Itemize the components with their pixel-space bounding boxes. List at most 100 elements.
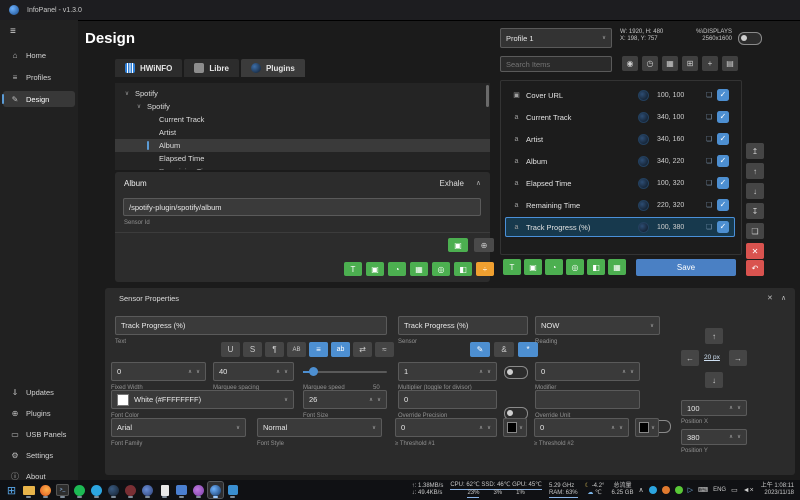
- add-clock-button[interactable]: ◔: [388, 262, 406, 276]
- item-visible-checkbox[interactable]: ✓: [717, 111, 729, 123]
- stepper-down-icon[interactable]: ∨: [196, 369, 200, 375]
- override-unit-input[interactable]: [535, 390, 640, 409]
- stepper-up-icon[interactable]: ∧: [479, 369, 483, 375]
- tab-plugins[interactable]: Plugins: [241, 59, 305, 77]
- stepper-down-icon[interactable]: ∨: [737, 434, 741, 440]
- stepper-up-icon[interactable]: ∧: [369, 397, 373, 403]
- nudge-down-button[interactable]: ↓: [705, 372, 723, 388]
- stepper-up-icon[interactable]: ∧: [729, 434, 733, 440]
- item-visible-checkbox[interactable]: ✓: [717, 155, 729, 167]
- add-image-item-button[interactable]: ▣: [524, 259, 542, 275]
- link-icon[interactable]: ❏: [703, 179, 715, 187]
- spotify-icon[interactable]: [72, 482, 87, 498]
- sensor-id-input[interactable]: [123, 198, 481, 216]
- sidebar-item-usb-panels[interactable]: ▭ USB Panels: [3, 426, 75, 442]
- stepper-up-icon[interactable]: ∧: [611, 425, 615, 431]
- tree-item-current-track[interactable]: Current Track: [115, 113, 490, 126]
- edit-sensor-button[interactable]: ✎: [470, 342, 490, 357]
- move-down-button[interactable]: ↓: [746, 183, 764, 199]
- add-gauge-button[interactable]: ◎: [432, 262, 450, 276]
- nudge-right-button[interactable]: →: [729, 350, 747, 366]
- add-image-button[interactable]: ▣: [366, 262, 384, 276]
- delete-button[interactable]: ✕: [746, 243, 764, 259]
- stepper-down-icon[interactable]: ∨: [619, 425, 623, 431]
- list-item-remaining-time[interactable]: a Remaining Time 220, 320 ❏ ✓: [505, 195, 735, 215]
- item-visible-checkbox[interactable]: ✓: [717, 221, 729, 233]
- add-gauge-item-button[interactable]: ◎: [566, 259, 584, 275]
- file-explorer-icon[interactable]: [21, 482, 36, 498]
- uppercase-button[interactable]: AB: [287, 342, 306, 357]
- language-indicator[interactable]: ENG: [713, 487, 726, 494]
- search-input[interactable]: [500, 56, 612, 72]
- strikethrough-button[interactable]: S: [243, 342, 262, 357]
- list-item-artist[interactable]: a Artist 340, 160 ❏ ✓: [505, 129, 735, 149]
- reading-select[interactable]: NOW ∨: [535, 316, 660, 335]
- traffic-widget[interactable]: 总流量 6.25 GB: [611, 483, 633, 497]
- profile-select[interactable]: Profile 1 ∨: [500, 28, 612, 48]
- list-item-elapsed-time[interactable]: a Elapsed Time 100, 320 ❏ ✓: [505, 173, 735, 193]
- filter-button[interactable]: ◉: [622, 56, 638, 71]
- sidebar-item-plugins[interactable]: ⊕ Plugins: [3, 405, 75, 421]
- volume-icon[interactable]: ◄×: [743, 487, 754, 494]
- add-chart-button[interactable]: ◧: [454, 262, 472, 276]
- close-icon[interactable]: ✕: [767, 294, 773, 302]
- stepper-up-icon[interactable]: ∧: [188, 369, 192, 375]
- collapse-icon[interactable]: ∧: [476, 179, 481, 187]
- threshold2-color-select[interactable]: ∨: [635, 418, 659, 437]
- stepper-up-icon[interactable]: ∧: [622, 369, 626, 375]
- font-family-select[interactable]: Arial ∨: [111, 418, 246, 437]
- terminal-icon[interactable]: >_: [55, 482, 70, 498]
- item-visible-checkbox[interactable]: ✓: [717, 89, 729, 101]
- tree-item-album[interactable]: Album: [115, 139, 490, 152]
- undo-button[interactable]: ↶: [746, 260, 764, 276]
- notes-app-icon[interactable]: [225, 482, 240, 498]
- duplicate-button[interactable]: ❏: [746, 223, 764, 239]
- add-table-button[interactable]: ▦: [410, 262, 428, 276]
- link-icon[interactable]: ❏: [703, 157, 715, 165]
- threshold2-stepper[interactable]: 0 ∧ ∨: [534, 418, 629, 437]
- mirror-button[interactable]: ⇄: [353, 342, 372, 357]
- font-size-stepper[interactable]: 26 ∧ ∨: [303, 390, 387, 409]
- link-icon[interactable]: ❏: [703, 113, 715, 121]
- telegram-icon[interactable]: [89, 482, 104, 498]
- weather-widget[interactable]: ☾ -4.2° ☁ ℃: [585, 483, 605, 497]
- override-precision-input[interactable]: [398, 390, 497, 409]
- threshold1-color-select[interactable]: ∨: [503, 418, 527, 437]
- stepper-up-icon[interactable]: ∧: [729, 405, 733, 411]
- tree-item-elapsed-time[interactable]: Elapsed Time: [115, 152, 490, 165]
- wave-button[interactable]: ≈: [375, 342, 394, 357]
- steam-icon[interactable]: [106, 482, 121, 498]
- move-mode-button[interactable]: +: [702, 56, 718, 71]
- lowercase-button[interactable]: ab: [331, 342, 350, 357]
- tab-libre[interactable]: Libre: [184, 59, 239, 77]
- chevron-down-icon[interactable]: ∨: [123, 90, 131, 97]
- multiplier-stepper[interactable]: 1 ∧ ∨: [398, 362, 497, 381]
- chevron-down-icon[interactable]: ∨: [135, 103, 143, 110]
- item-visible-checkbox[interactable]: ✓: [717, 177, 729, 189]
- sidebar-item-home[interactable]: ⌂ Home: [3, 47, 75, 63]
- text-input[interactable]: [115, 316, 387, 335]
- add-button[interactable]: ⊕: [474, 238, 494, 252]
- keyboard-icon[interactable]: ⌨: [698, 486, 708, 494]
- stepper-down-icon[interactable]: ∨: [284, 369, 288, 375]
- tray-pin-icon[interactable]: [662, 486, 670, 494]
- link-icon[interactable]: ❏: [703, 201, 715, 209]
- grid-button[interactable]: ▦: [662, 56, 678, 71]
- app-cat-icon[interactable]: [174, 482, 189, 498]
- tab-hwinfo[interactable]: HWiNFO: [115, 59, 182, 77]
- tree-item-artist[interactable]: Artist: [115, 126, 490, 139]
- link-icon[interactable]: ❏: [703, 223, 715, 231]
- apply-button[interactable]: ▣: [448, 238, 468, 252]
- app-purple-icon[interactable]: [191, 482, 206, 498]
- add-clock-item-button[interactable]: ◔: [545, 259, 563, 275]
- move-to-top-button[interactable]: ↥: [746, 143, 764, 159]
- position-x-stepper[interactable]: 100 ∧ ∨: [681, 400, 747, 416]
- displays-toggle[interactable]: [738, 32, 762, 45]
- tree-scrollbar[interactable]: [486, 85, 489, 107]
- hardware-temps-widget[interactable]: CPU: 62℃ SSD: 46℃ GPU: 45℃ 23% 3% 1%: [450, 482, 542, 498]
- link-icon[interactable]: ❏: [703, 91, 715, 99]
- clock-widget[interactable]: 上午 1:08:11 2023/11/18: [761, 483, 794, 497]
- infopanel-taskbar-icon[interactable]: [208, 482, 223, 498]
- sidebar-item-design[interactable]: ✎ Design: [3, 91, 75, 107]
- align-center-button[interactable]: ≡: [309, 342, 328, 357]
